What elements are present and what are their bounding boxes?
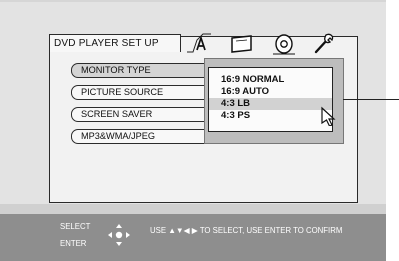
footer-divider [0, 204, 386, 214]
monitor-type-dropdown[interactable]: 16:9 NORMAL 16:9 AUTO 4:3 LB 4:3 PS [208, 67, 333, 132]
menu-item-picture-source[interactable]: PICTURE SOURCE [71, 85, 214, 100]
pointer-cursor-icon [320, 106, 338, 127]
enter-label: ENTER [60, 239, 87, 248]
menu-item-label: MONITOR TYPE [81, 65, 151, 75]
footer-bar [0, 214, 386, 261]
option-4-3-lb[interactable]: 4:3 LB [209, 98, 332, 110]
menu-item-mp3-wma-jpeg[interactable]: MP3&WMA/JPEG [71, 129, 214, 144]
panel-title: DVD PLAYER SET UP [49, 34, 181, 52]
menu-item-monitor-type[interactable]: MONITOR TYPE [71, 63, 214, 78]
tv-screen: DVD PLAYER SET UP MONITOR TYPE PICTURE S… [0, 0, 386, 261]
display-icon[interactable] [229, 32, 259, 56]
menu-item-screen-saver[interactable]: SCREEN SAVER [71, 107, 214, 122]
remote-navigation-icon [106, 222, 132, 248]
menu-item-label: PICTURE SOURCE [81, 87, 164, 97]
option-16-9-normal[interactable]: 16:9 NORMAL [209, 74, 332, 86]
menu-item-label: MP3&WMA/JPEG [81, 131, 156, 141]
wrench-icon[interactable] [309, 32, 339, 56]
option-16-9-auto[interactable]: 16:9 AUTO [209, 86, 332, 98]
option-4-3-ps[interactable]: 4:3 PS [209, 110, 332, 122]
menu-item-label: SCREEN SAVER [81, 109, 153, 119]
letter-a-icon[interactable] [187, 32, 217, 56]
speaker-icon[interactable] [269, 32, 299, 56]
footer-help-text: USE ▲▼◀ ▶ TO SELECT, USE ENTER TO CONFIR… [150, 226, 343, 235]
callout-pointer-line [343, 99, 399, 100]
tab-rail [181, 33, 356, 55]
setup-menu: MONITOR TYPE PICTURE SOURCE SCREEN SAVER… [71, 63, 214, 151]
screen-top-edge [0, 0, 386, 2]
select-label: SELECT [60, 222, 91, 231]
